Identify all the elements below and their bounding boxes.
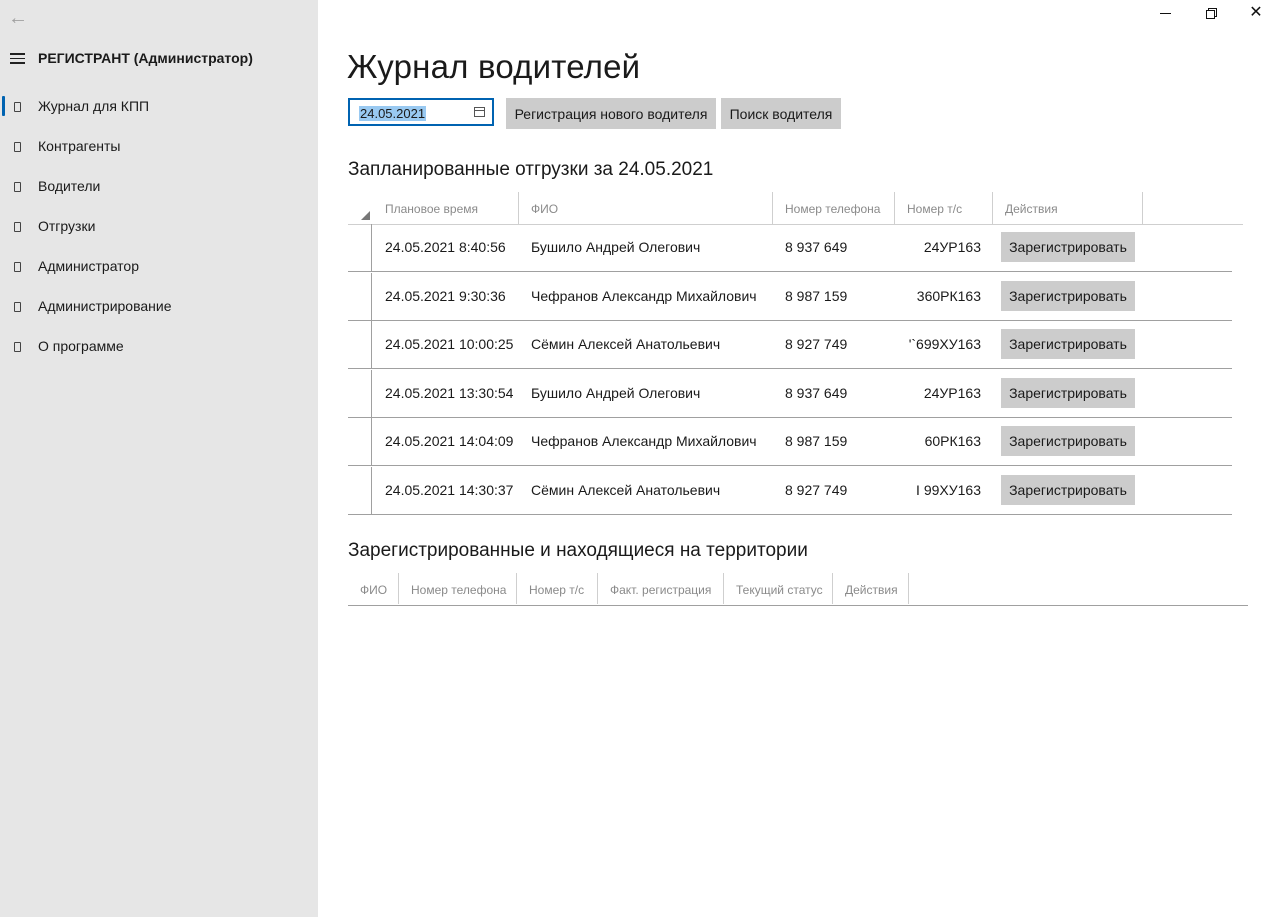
app-header: РЕГИСТРАНТ (Администратор)	[0, 48, 318, 70]
cell-phone: 8 927 749	[785, 336, 848, 352]
register-new-driver-button[interactable]: Регистрация нового водителя	[506, 98, 716, 129]
register-button[interactable]: Зарегистрировать	[1001, 426, 1135, 456]
nav-item-label: Администратор	[38, 258, 140, 274]
nav-item-label: О программе	[38, 338, 124, 354]
cell-fio: Бушило Андрей Олегович	[531, 239, 701, 255]
register-button[interactable]: Зарегистрировать	[1001, 281, 1135, 311]
back-arrow-icon[interactable]: ←	[8, 8, 28, 28]
column-header-actions[interactable]: Действия	[993, 192, 1143, 224]
date-value[interactable]: 24.05.2021	[359, 106, 427, 121]
select-all-icon[interactable]	[361, 211, 370, 220]
column-header-plate[interactable]: Номер т/с	[517, 573, 598, 604]
nav-item-label: Администрирование	[38, 298, 172, 314]
close-icon: ✕	[1249, 4, 1263, 21]
selection-indicator	[2, 96, 5, 116]
cell-plate: 60РК163	[924, 433, 981, 449]
nav-item-label: Водители	[38, 178, 101, 194]
hamburger-menu-icon[interactable]	[10, 53, 26, 64]
search-driver-button[interactable]: Поиск водителя	[721, 98, 841, 129]
cell-fio: Сёмин Алексей Анатольевич	[531, 336, 721, 352]
cell-planned-time: 24.05.2021 14:04:09	[385, 433, 514, 449]
cell-plate: 24УР163	[923, 239, 981, 255]
restore-button[interactable]	[1201, 4, 1221, 22]
cell-phone: 8 987 159	[785, 433, 848, 449]
cell-fio: Чефранов Александр Михайлович	[531, 288, 757, 304]
cell-planned-time: 24.05.2021 13:30:54	[385, 385, 514, 401]
calendar-icon[interactable]	[474, 107, 485, 117]
table-row[interactable]: 24.05.2021 9:30:36 Чефранов Александр Ми…	[348, 273, 1232, 321]
navigation-pane: ← РЕГИСТРАНТ (Администратор) Журнал для …	[0, 0, 318, 917]
row-header[interactable]	[348, 467, 372, 515]
cell-fio: Бушило Андрей Олегович	[531, 385, 701, 401]
nav-item-label: Журнал для КПП	[38, 98, 150, 114]
table-row[interactable]: 24.05.2021 8:40:56 Бушило Андрей Олегови…	[348, 224, 1232, 272]
table-row[interactable]: 24.05.2021 14:30:37 Сёмин Алексей Анатол…	[348, 467, 1232, 515]
page-icon	[14, 142, 21, 152]
minimize-icon	[1160, 13, 1171, 14]
register-button[interactable]: Зарегистрировать	[1001, 329, 1135, 359]
nav-item-drivers[interactable]: Водители	[0, 167, 318, 207]
cell-phone: 8 937 649	[785, 385, 848, 401]
cell-planned-time: 24.05.2021 10:00:25	[385, 336, 514, 352]
nav-item-label: Отгрузки	[38, 218, 96, 234]
nav-item-administration[interactable]: Администрирование	[0, 287, 318, 327]
nav-item-shipments[interactable]: Отгрузки	[0, 207, 318, 247]
column-header-fio[interactable]: ФИО	[519, 192, 773, 224]
cell-plate: '`699ХУ163	[908, 336, 981, 352]
table-row[interactable]: 24.05.2021 14:04:09 Чефранов Александр М…	[348, 418, 1232, 466]
registered-on-site-grid: ФИО Номер телефона Номер т/с Факт. регис…	[348, 573, 1248, 606]
column-header-fact-registration[interactable]: Факт. регистрация	[598, 573, 724, 604]
column-header-fio[interactable]: ФИО	[348, 573, 399, 604]
planned-shipments-title: Запланированные отгрузки за 24.05.2021	[348, 159, 714, 180]
nav-item-kpp-journal[interactable]: Журнал для КПП	[0, 87, 318, 127]
cell-planned-time: 24.05.2021 8:40:56	[385, 239, 506, 255]
cell-phone: 8 937 649	[785, 239, 848, 255]
cell-phone: 8 927 749	[785, 482, 848, 498]
date-picker[interactable]: 24.05.2021	[348, 98, 494, 126]
row-header[interactable]	[348, 273, 372, 321]
row-header[interactable]	[348, 321, 372, 369]
register-button[interactable]: Зарегистрировать	[1001, 232, 1135, 262]
cell-fio: Чефранов Александр Михайлович	[531, 433, 757, 449]
row-header[interactable]	[348, 370, 372, 418]
register-button[interactable]: Зарегистрировать	[1001, 475, 1135, 505]
row-header[interactable]	[348, 224, 372, 272]
page-icon	[14, 342, 21, 352]
grid-header: Плановое время ФИО Номер телефона Номер …	[348, 192, 1243, 225]
page-icon	[14, 262, 21, 272]
page-icon	[14, 182, 21, 192]
cell-plate: 360РК163	[916, 288, 981, 304]
register-button[interactable]: Зарегистрировать	[1001, 378, 1135, 408]
registered-on-site-title: Зарегистрированные и находящиеся на терр…	[348, 540, 808, 561]
nav-item-about[interactable]: О программе	[0, 327, 318, 367]
table-row[interactable]: 24.05.2021 10:00:25 Сёмин Алексей Анатол…	[348, 321, 1232, 369]
column-header-phone[interactable]: Номер телефона	[773, 192, 895, 224]
nav-item-label: Контрагенты	[38, 138, 121, 154]
cell-plate: 24УР163	[923, 385, 981, 401]
column-header-actions[interactable]: Действия	[833, 573, 909, 604]
nav-item-contractors[interactable]: Контрагенты	[0, 127, 318, 167]
cell-phone: 8 987 159	[785, 288, 848, 304]
page-icon	[14, 102, 21, 112]
table-row[interactable]: 24.05.2021 13:30:54 Бушило Андрей Олегов…	[348, 370, 1232, 418]
cell-fio: Сёмин Алексей Анатольевич	[531, 482, 721, 498]
column-header-current-status[interactable]: Текущий статус	[724, 573, 833, 604]
app-title: РЕГИСТРАНТ (Администратор)	[38, 50, 253, 66]
row-header[interactable]	[348, 418, 372, 466]
cell-planned-time: 24.05.2021 9:30:36	[385, 288, 506, 304]
cell-plate: I 99ХУ163	[916, 482, 981, 498]
close-button[interactable]: ✕	[1246, 4, 1266, 22]
page-icon	[14, 222, 21, 232]
minimize-button[interactable]	[1156, 4, 1176, 22]
page-icon	[14, 302, 21, 312]
nav-item-administrator[interactable]: Администратор	[0, 247, 318, 287]
page-title: Журнал водителей	[347, 48, 641, 85]
column-header-planned-time[interactable]: Плановое время	[373, 192, 519, 224]
column-header-phone[interactable]: Номер телефона	[399, 573, 517, 604]
cell-planned-time: 24.05.2021 14:30:37	[385, 482, 514, 498]
column-header-plate[interactable]: Номер т/с	[895, 192, 993, 224]
